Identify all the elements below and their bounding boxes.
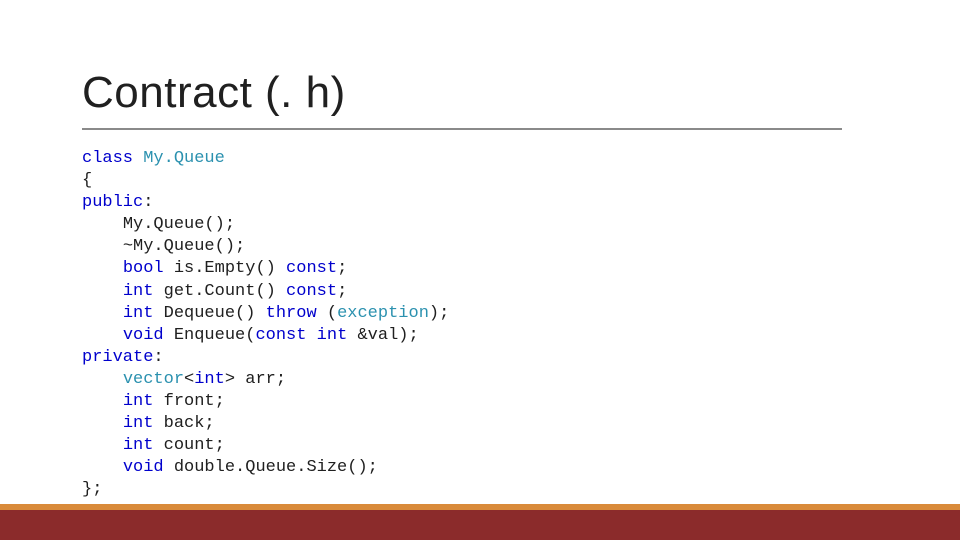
keyword-const: const	[255, 326, 306, 345]
code-line-4: My.Queue();	[82, 215, 235, 234]
fn: Dequeue()	[164, 304, 266, 323]
code-line-9: void Enqueue(const int &val);	[82, 326, 419, 345]
ctor: My.Queue();	[123, 215, 235, 234]
space	[133, 149, 143, 168]
space	[164, 259, 174, 278]
fn: is.Empty()	[174, 259, 286, 278]
code-line-15: void double.Queue.Size();	[82, 458, 378, 477]
keyword-int: int	[123, 436, 154, 455]
indent	[82, 215, 123, 234]
code-block: class My.Queue { public: My.Queue(); ~My…	[82, 148, 449, 502]
space	[306, 326, 316, 345]
rest: front;	[153, 392, 224, 411]
semi: ;	[337, 282, 347, 301]
dtor: ~My.Queue();	[123, 237, 245, 256]
code-line-8: int Dequeue() throw (exception);	[82, 304, 449, 323]
fn: get.Count()	[164, 282, 286, 301]
slide-title: Contract (. h)	[82, 68, 346, 118]
fn: Enqueue(	[174, 326, 256, 345]
colon: :	[153, 348, 163, 367]
indent	[82, 414, 123, 433]
open-angle: <	[184, 370, 194, 389]
rest: double.Queue.Size();	[164, 458, 378, 477]
rest: back;	[153, 414, 214, 433]
indent	[82, 326, 123, 345]
semi: ;	[337, 259, 347, 278]
code-line-1: class My.Queue	[82, 149, 225, 168]
keyword-private: private	[82, 348, 153, 367]
close-paren: );	[429, 304, 449, 323]
rest: &val);	[347, 326, 418, 345]
space	[164, 326, 174, 345]
bottom-bar	[0, 510, 960, 540]
indent	[82, 458, 123, 477]
code-line-6: bool is.Empty() const;	[82, 259, 347, 278]
indent	[82, 436, 123, 455]
keyword-int: int	[123, 282, 154, 301]
slide: Contract (. h) class My.Queue { public: …	[0, 0, 960, 540]
keyword-throw: throw	[266, 304, 317, 323]
keyword-int: int	[194, 370, 225, 389]
rest: > arr;	[225, 370, 286, 389]
code-line-12: int front;	[82, 392, 225, 411]
indent	[82, 392, 123, 411]
code-line-11: vector<int> arr;	[82, 370, 286, 389]
code-line-14: int count;	[82, 436, 225, 455]
keyword-const: const	[286, 259, 337, 278]
keyword-int: int	[123, 414, 154, 433]
indent	[82, 259, 123, 278]
class-exception: exception	[337, 304, 429, 323]
code-line-2: {	[82, 171, 92, 190]
keyword-int: int	[123, 304, 154, 323]
colon: :	[143, 193, 153, 212]
code-line-3: public:	[82, 193, 153, 212]
code-line-7: int get.Count() const;	[82, 282, 347, 301]
keyword-class: class	[82, 149, 133, 168]
keyword-int: int	[123, 392, 154, 411]
keyword-bool: bool	[123, 259, 164, 278]
keyword-void: void	[123, 458, 164, 477]
code-line-10: private:	[82, 348, 164, 367]
keyword-public: public	[82, 193, 143, 212]
keyword-void: void	[123, 326, 164, 345]
indent	[82, 370, 123, 389]
keyword-const: const	[286, 282, 337, 301]
rest: count;	[153, 436, 224, 455]
space	[153, 282, 163, 301]
code-line-5: ~My.Queue();	[82, 237, 245, 256]
class-vector: vector	[123, 370, 184, 389]
title-underline	[82, 128, 842, 130]
space	[153, 304, 163, 323]
code-line-13: int back;	[82, 414, 215, 433]
open-paren: (	[317, 304, 337, 323]
indent	[82, 237, 123, 256]
code-line-16: };	[82, 480, 102, 499]
class-name: My.Queue	[143, 149, 225, 168]
indent	[82, 304, 123, 323]
keyword-int: int	[317, 326, 348, 345]
indent	[82, 282, 123, 301]
